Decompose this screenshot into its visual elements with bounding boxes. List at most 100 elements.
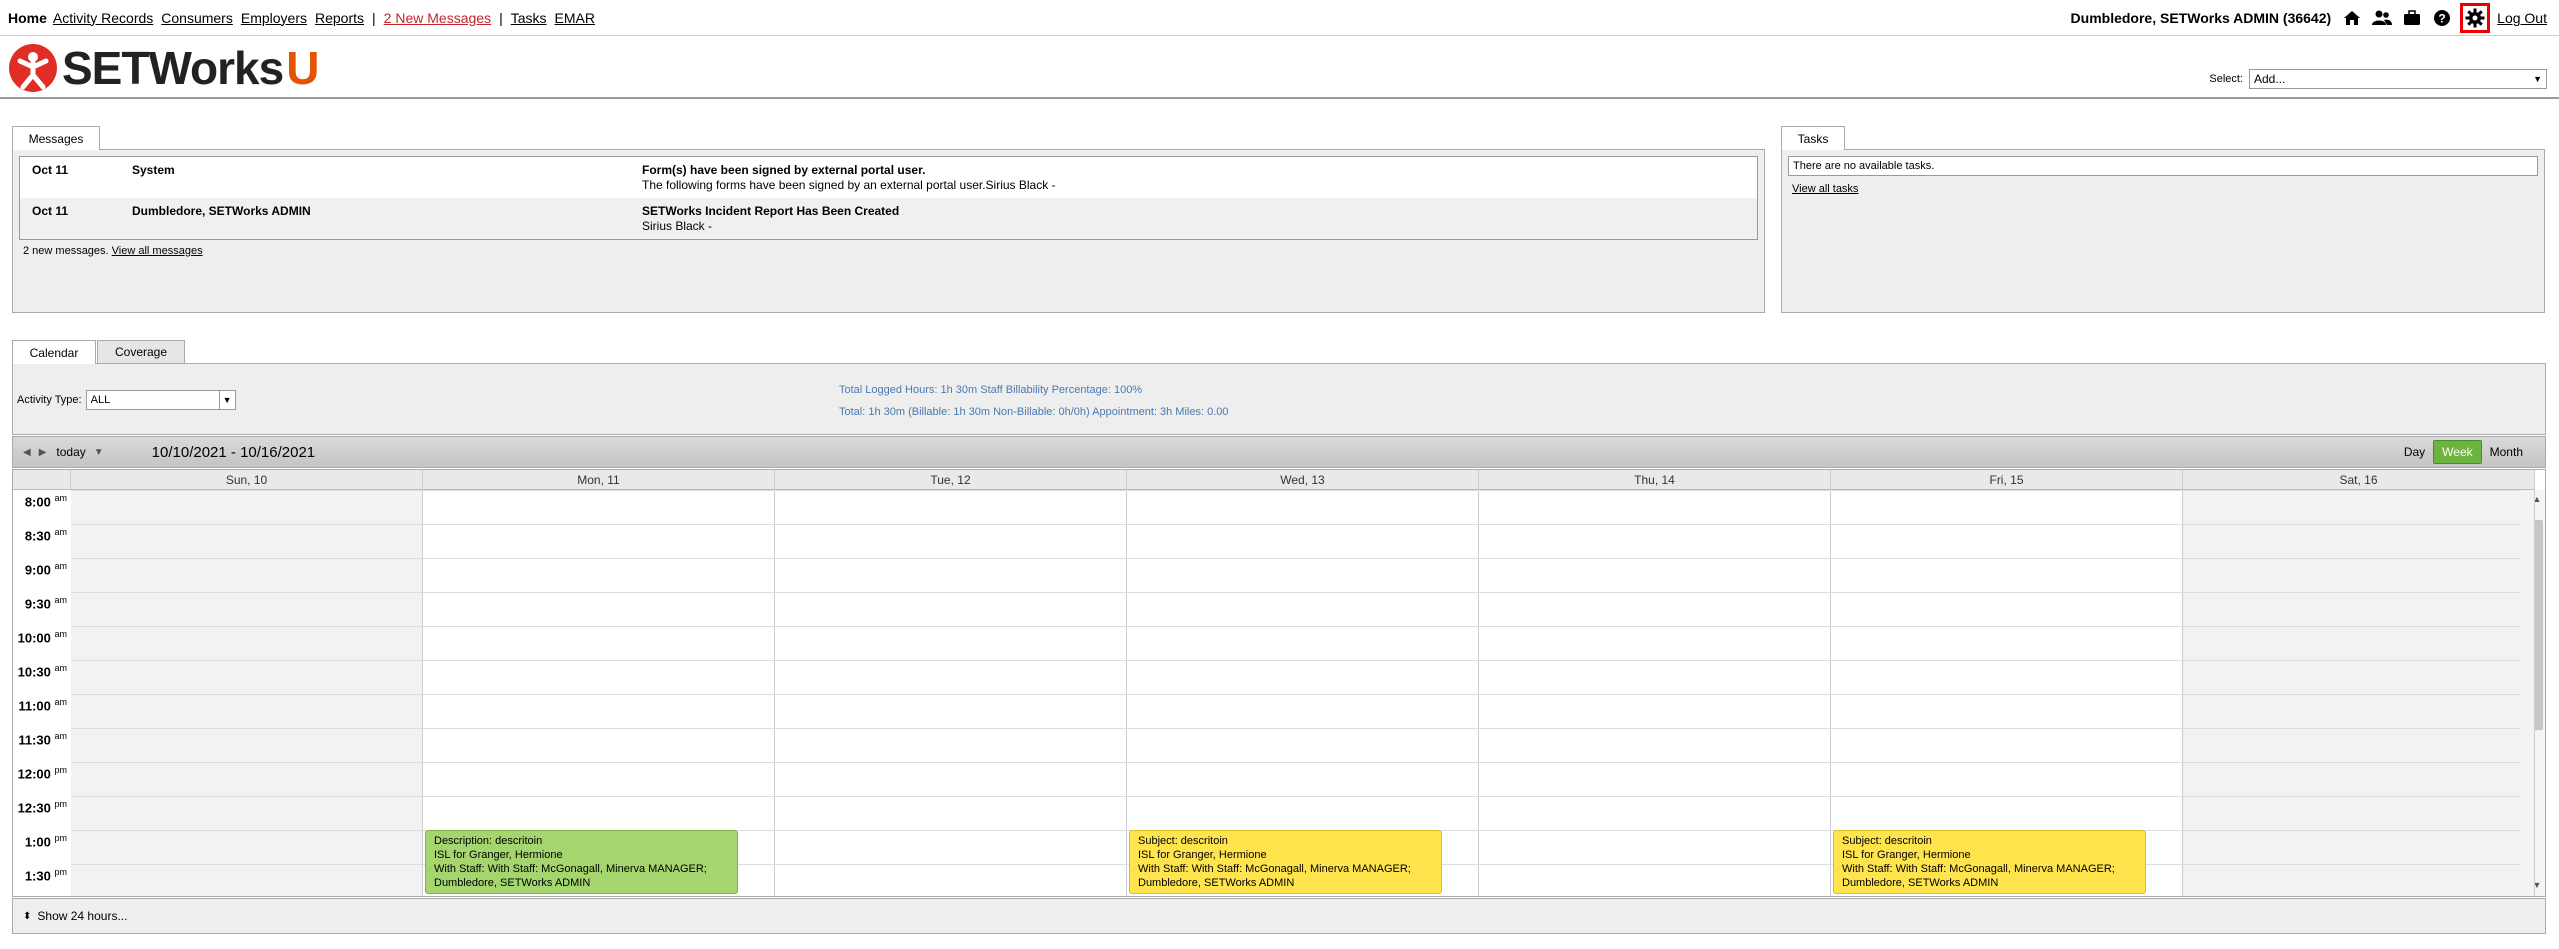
event-text-line: Dumbledore, SETWorks ADMIN: [1138, 877, 1295, 889]
day-column[interactable]: [2183, 490, 2535, 896]
calendar-event[interactable]: Subject: descritoin ISL for Granger, Herm…: [1129, 830, 1442, 894]
time-value: 12:00: [17, 766, 51, 782]
nav-activity-records-link[interactable]: Activity Records: [53, 10, 153, 26]
top-nav: Home Activity Records Consumers Employer…: [0, 0, 2559, 36]
current-user-id: (36642): [2282, 10, 2332, 26]
time-value: 8:30: [24, 528, 51, 544]
time-label: 10:00 am: [13, 629, 71, 645]
message-row[interactable]: Oct 11 System Form(s) have been signed b…: [20, 157, 1757, 198]
day-header: Thu, 14: [1479, 470, 1831, 490]
message-from: System: [132, 163, 175, 177]
calendar-grid: ▲ ▼ Sun, 10 Mon, 11 Tue, 12 Wed, 13 Thu, 14 F…: [12, 469, 2546, 897]
nav-home-link[interactable]: Home: [8, 10, 47, 26]
time-ampm: pm: [54, 833, 67, 843]
logo-text: SETWorks: [62, 42, 284, 94]
time-value: 10:00: [17, 630, 51, 646]
time-ampm: am: [54, 697, 67, 707]
message-preview: Sirius Black -: [642, 219, 713, 233]
message-row[interactable]: Oct 11 Dumbledore, SETWorks ADMIN SETWor…: [20, 198, 1757, 239]
calendar-event[interactable]: Description: descritoin ISL for Granger, …: [425, 830, 738, 894]
view-month-button[interactable]: Month: [2482, 441, 2531, 463]
show-24-hours-link[interactable]: Show 24 hours...: [37, 909, 127, 923]
tab-messages[interactable]: Messages: [12, 126, 100, 150]
time-ampm: am: [54, 595, 67, 605]
help-icon[interactable]: ?: [2430, 6, 2454, 30]
today-button[interactable]: today: [56, 445, 85, 459]
time-row-line: [71, 490, 2521, 491]
briefcase-icon[interactable]: [2400, 6, 2424, 30]
time-ampm: am: [54, 731, 67, 741]
day-column[interactable]: [775, 490, 1127, 896]
caret-down-icon[interactable]: ▼: [94, 447, 104, 458]
time-row-line: [71, 558, 2521, 559]
time-row-line: [71, 524, 2521, 525]
top-nav-right: Dumbledore, SETWorks ADMIN (36642) ? Log…: [2071, 0, 2555, 36]
calendar-event[interactable]: Subject: descritoin ISL for Granger, Herm…: [1833, 830, 2146, 894]
messages-count: 2 new messages.: [23, 245, 109, 257]
time-label: 9:30 am: [13, 595, 71, 611]
time-value: 1:00: [24, 834, 51, 850]
event-text-line: With Staff: With Staff: McGonagall, Mine…: [1138, 863, 1411, 875]
time-label: 12:00 pm: [13, 765, 71, 781]
nav-separator: |: [372, 9, 376, 26]
calendar-footer: ⬍ Show 24 hours...: [12, 898, 2546, 934]
tab-coverage[interactable]: Coverage: [97, 340, 185, 364]
calendar-toolbar: ◀ ▶ today ▼ 10/10/2021 - 10/16/2021 Day …: [12, 436, 2546, 468]
view-day-button[interactable]: Day: [2396, 441, 2433, 463]
activity-type-filter: Activity Type: ALL ▼: [17, 390, 236, 410]
prev-arrow-icon[interactable]: ◀: [23, 447, 31, 458]
time-value: 9:30: [24, 596, 51, 612]
day-column[interactable]: [71, 490, 423, 896]
logo-u-mark: U: [286, 42, 320, 94]
logged-hours-stats: Total Logged Hours: 1h 30m Staff Billabi…: [839, 384, 1143, 396]
add-select[interactable]: Add... ▼: [2249, 69, 2547, 89]
users-icon[interactable]: [2370, 6, 2394, 30]
next-arrow-icon[interactable]: ▶: [39, 447, 47, 458]
home-icon[interactable]: [2340, 6, 2364, 30]
nav-new-messages-link[interactable]: 2 New Messages: [384, 10, 491, 26]
view-week-button[interactable]: Week: [2433, 440, 2482, 464]
chevron-down-icon: ▼: [218, 391, 235, 409]
nav-separator: |: [499, 9, 503, 26]
view-all-messages-link[interactable]: View all messages: [112, 245, 203, 257]
event-text-line: ISL for Granger, Hermione: [434, 849, 563, 861]
view-switcher: Day Week Month: [2396, 440, 2531, 464]
settings-gear-icon[interactable]: [2460, 3, 2491, 33]
time-label: 1:30 pm: [13, 867, 71, 883]
message-from: Dumbledore, SETWorks ADMIN: [132, 204, 311, 218]
event-text-line: With Staff: With Staff: McGonagall, Mine…: [1842, 863, 2115, 875]
event-text-line: ISL for Granger, Hermione: [1842, 849, 1971, 861]
tasks-panel: There are no available tasks. View all t…: [1781, 149, 2545, 313]
time-value: 10:30: [17, 664, 51, 680]
message-subject: SETWorks Incident Report Has Been Create…: [642, 204, 900, 218]
time-ampm: pm: [54, 799, 67, 809]
message-preview: The following forms have been signed by …: [642, 178, 1056, 192]
activity-type-select[interactable]: ALL ▼: [85, 390, 236, 410]
nav-tasks-link[interactable]: Tasks: [511, 10, 547, 26]
time-ampm: pm: [54, 765, 67, 775]
day-header: Fri, 15: [1831, 470, 2183, 490]
tab-calendar[interactable]: Calendar: [12, 340, 96, 364]
event-text-line: Dumbledore, SETWorks ADMIN: [434, 877, 591, 889]
day-column[interactable]: [1479, 490, 1831, 896]
event-text-line: Dumbledore, SETWorks ADMIN: [1842, 877, 1999, 889]
nav-emar-link[interactable]: EMAR: [555, 10, 595, 26]
tab-tasks[interactable]: Tasks: [1781, 126, 1845, 150]
time-row-line: [71, 728, 2521, 729]
message-date: Oct 11: [32, 163, 69, 177]
nav-consumers-link[interactable]: Consumers: [161, 10, 233, 26]
nav-employers-link[interactable]: Employers: [241, 10, 307, 26]
day-header: Wed, 13: [1127, 470, 1479, 490]
time-ampm: am: [54, 663, 67, 673]
date-range: 10/10/2021 - 10/16/2021: [151, 443, 316, 461]
time-label: 11:00 am: [13, 697, 71, 713]
time-value: 8:00: [24, 494, 51, 510]
logout-link[interactable]: Log Out: [2497, 10, 2547, 26]
view-all-tasks-link[interactable]: View all tasks: [1792, 183, 1858, 195]
time-label: 8:30 am: [13, 527, 71, 543]
select-label: Select:: [2209, 73, 2243, 85]
activity-type-value: ALL: [90, 394, 111, 406]
messages-panel: Oct 11 System Form(s) have been signed b…: [12, 149, 1765, 313]
nav-reports-link[interactable]: Reports: [315, 10, 364, 26]
activity-type-label: Activity Type:: [17, 394, 82, 406]
